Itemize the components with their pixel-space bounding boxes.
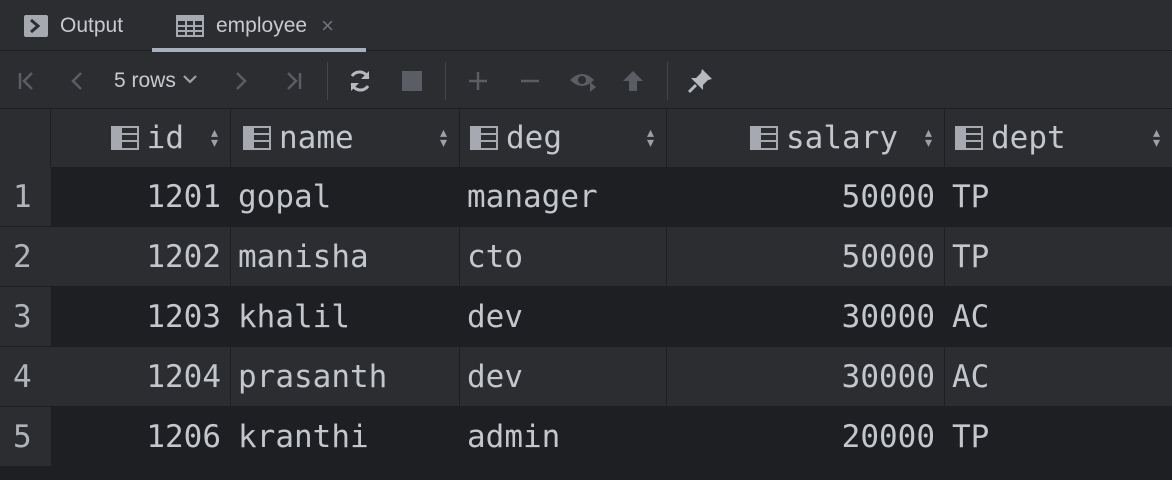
sort-icon[interactable]: ▴ ▾ bbox=[211, 126, 218, 150]
table-cell-id[interactable]: 1201 bbox=[51, 167, 231, 227]
column-icon bbox=[955, 126, 983, 150]
sort-icon[interactable]: ▴ ▾ bbox=[1153, 126, 1160, 150]
row-number[interactable]: 2 bbox=[0, 227, 51, 287]
add-row-icon[interactable] bbox=[463, 52, 493, 109]
toolbar: 5 rows bbox=[0, 52, 1172, 109]
row-number[interactable]: 5 bbox=[0, 407, 51, 467]
first-page-icon[interactable] bbox=[12, 52, 42, 109]
table-cell-salary[interactable]: 30000 bbox=[667, 287, 945, 347]
column-icon bbox=[243, 126, 271, 150]
table-cell-deg[interactable]: cto bbox=[460, 227, 667, 287]
result-grid: id ▴ ▾ name ▴ ▾ deg ▴ ▾ salary ▴ ▾ dept ▴ ▾ 1… bbox=[0, 109, 1172, 480]
pin-icon[interactable] bbox=[684, 52, 716, 109]
table-cell-name[interactable]: prasanth bbox=[231, 347, 460, 407]
table-cell-name[interactable]: kranthi bbox=[231, 407, 460, 467]
column-header-salary[interactable]: salary ▴ ▾ bbox=[667, 109, 945, 167]
column-label: id bbox=[146, 120, 184, 156]
table-cell-deg[interactable]: manager bbox=[460, 167, 667, 227]
submit-icon[interactable] bbox=[618, 52, 648, 109]
table-cell-dept[interactable]: TP bbox=[945, 227, 1172, 287]
table-cell-salary[interactable]: 30000 bbox=[667, 347, 945, 407]
delete-row-icon[interactable] bbox=[515, 52, 545, 109]
table-cell-deg[interactable]: dev bbox=[460, 347, 667, 407]
table-cell-deg[interactable]: admin bbox=[460, 407, 667, 467]
chevron-down-icon bbox=[182, 72, 198, 90]
console-icon bbox=[24, 14, 48, 37]
toolbar-divider bbox=[445, 62, 446, 100]
toolbar-divider bbox=[327, 62, 328, 100]
column-header-name[interactable]: name ▴ ▾ bbox=[231, 109, 460, 167]
toolbar-divider bbox=[667, 62, 668, 100]
reload-icon[interactable] bbox=[344, 52, 376, 109]
table-cell-deg[interactable]: dev bbox=[460, 287, 667, 347]
tab-output-label: Output bbox=[60, 13, 124, 37]
grid-corner bbox=[0, 109, 51, 167]
table-cell-name[interactable]: manisha bbox=[231, 227, 460, 287]
table-cell-dept[interactable]: TP bbox=[945, 167, 1172, 227]
column-icon bbox=[750, 126, 779, 150]
sort-icon[interactable]: ▴ ▾ bbox=[440, 126, 447, 150]
sort-icon[interactable]: ▴ ▾ bbox=[647, 126, 654, 150]
stop-icon[interactable] bbox=[398, 52, 426, 109]
table-cell-id[interactable]: 1203 bbox=[51, 287, 231, 347]
table-cell-name[interactable]: gopal bbox=[231, 167, 460, 227]
last-page-icon[interactable] bbox=[278, 52, 308, 109]
row-number[interactable]: 4 bbox=[0, 347, 51, 407]
column-header-id[interactable]: id ▴ ▾ bbox=[51, 109, 231, 167]
table-cell-salary[interactable]: 20000 bbox=[667, 407, 945, 467]
column-label: deg bbox=[506, 120, 562, 156]
sort-icon[interactable]: ▴ ▾ bbox=[925, 126, 932, 150]
table-icon bbox=[176, 14, 204, 37]
column-header-deg[interactable]: deg ▴ ▾ bbox=[460, 109, 667, 167]
table-cell-dept[interactable]: AC bbox=[945, 287, 1172, 347]
table-cell-id[interactable]: 1206 bbox=[51, 407, 231, 467]
column-label: name bbox=[279, 120, 354, 156]
rows-label: 5 rows bbox=[114, 68, 176, 92]
close-icon[interactable]: × bbox=[321, 13, 334, 39]
table-cell-id[interactable]: 1202 bbox=[51, 227, 231, 287]
tab-bar: Output employee × bbox=[0, 0, 1172, 52]
row-number[interactable]: 1 bbox=[0, 167, 51, 227]
table-cell-name[interactable]: khalil bbox=[231, 287, 460, 347]
preview-changes-icon[interactable] bbox=[566, 52, 600, 109]
table-cell-dept[interactable]: AC bbox=[945, 347, 1172, 407]
tab-employee[interactable]: employee × bbox=[152, 0, 366, 52]
table-cell-id[interactable]: 1204 bbox=[51, 347, 231, 407]
next-page-icon[interactable] bbox=[226, 52, 256, 109]
table-cell-salary[interactable]: 50000 bbox=[667, 167, 945, 227]
tab-employee-label: employee bbox=[216, 13, 308, 37]
table-cell-salary[interactable]: 50000 bbox=[667, 227, 945, 287]
row-number[interactable]: 3 bbox=[0, 287, 51, 347]
column-icon bbox=[110, 126, 139, 150]
rows-selector[interactable]: 5 rows bbox=[114, 52, 198, 109]
column-header-dept[interactable]: dept ▴ ▾ bbox=[945, 109, 1172, 167]
column-icon bbox=[470, 126, 498, 150]
table-cell-dept[interactable]: TP bbox=[945, 407, 1172, 467]
column-label: salary bbox=[786, 120, 898, 156]
previous-page-icon[interactable] bbox=[62, 52, 92, 109]
column-label: dept bbox=[991, 120, 1066, 156]
tab-output[interactable]: Output bbox=[24, 0, 123, 51]
